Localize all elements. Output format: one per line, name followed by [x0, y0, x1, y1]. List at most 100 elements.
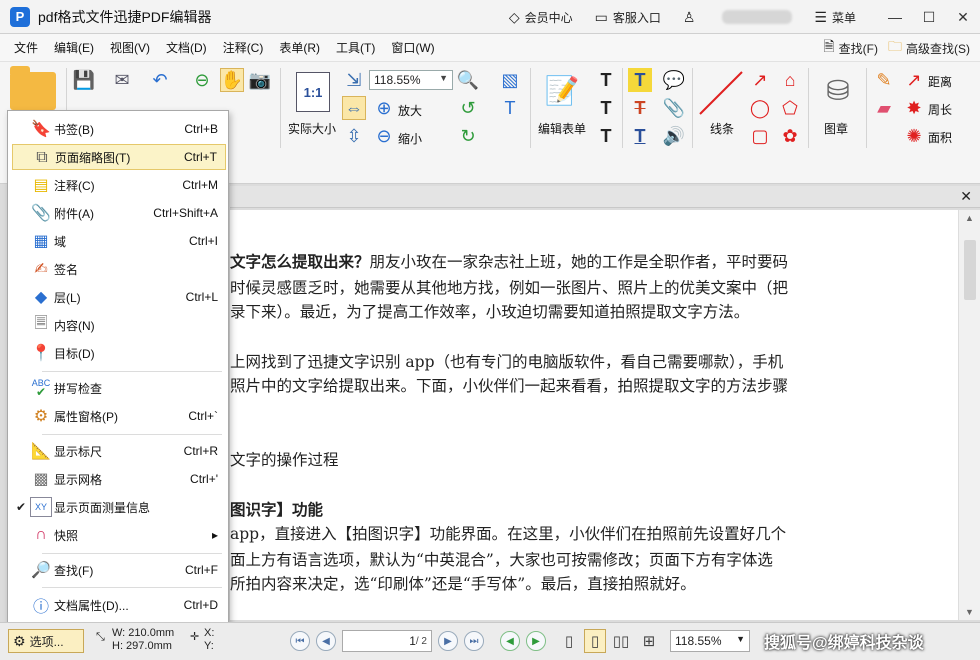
strikeout-icon[interactable]: T: [628, 96, 652, 120]
menu-tools[interactable]: 工具(T): [328, 39, 383, 56]
menu-item-properties-pane[interactable]: ⚙ 属性窗格(P) Ctrl+`: [12, 403, 226, 429]
distance-icon[interactable]: ↗: [902, 68, 926, 92]
highlight-text-icon[interactable]: T: [628, 68, 652, 92]
text-box-icon[interactable]: T: [594, 68, 618, 92]
sound-icon[interactable]: 🔊: [662, 124, 686, 148]
menu-item-layers[interactable]: ◆ 层(L) Ctrl+L: [12, 284, 226, 310]
line-label[interactable]: 线条: [710, 120, 734, 137]
options-button[interactable]: ⚙ 选项...: [8, 629, 84, 653]
continuous-view-icon[interactable]: ▯: [584, 629, 606, 653]
menu-item-show-grid[interactable]: ▩ 显示网格 Ctrl+': [12, 466, 226, 492]
close-document-icon[interactable]: ✕: [960, 188, 972, 205]
scroll-thumb[interactable]: [964, 240, 976, 300]
rotate-cw-icon[interactable]: ↻: [456, 124, 480, 148]
menu-form[interactable]: 表单(R): [271, 39, 328, 56]
rotate-ccw-icon[interactable]: ↺: [456, 96, 480, 120]
menu-item-signatures[interactable]: ✍ 签名: [12, 256, 226, 282]
vertical-scrollbar[interactable]: ▲ ▼: [958, 210, 980, 620]
menu-edit[interactable]: 编辑(E): [46, 39, 102, 56]
scroll-up-icon[interactable]: ▲: [965, 213, 974, 223]
arrow-tool-icon[interactable]: ↗: [748, 68, 772, 92]
underline-icon[interactable]: T: [628, 124, 652, 148]
menu-item-destinations[interactable]: 📍 目标(D): [12, 340, 226, 366]
zoom-in-icon[interactable]: ⊕: [372, 96, 396, 120]
fit-width-icon[interactable]: ⇔: [342, 96, 366, 120]
text-box2-icon[interactable]: T: [594, 96, 618, 120]
open-folder-icon[interactable]: [10, 66, 56, 110]
maximize-button[interactable]: ☐: [912, 0, 946, 34]
edit-form-label[interactable]: 编辑表单: [538, 120, 586, 137]
customer-service-button[interactable]: ▭ 客服入口: [595, 9, 661, 26]
advanced-find-button[interactable]: 🗀 高级查找(S): [888, 36, 970, 60]
actual-size-icon[interactable]: 1:1: [296, 72, 330, 112]
area-label[interactable]: 面积: [928, 129, 952, 146]
fit-page-icon[interactable]: ⇲: [342, 68, 366, 92]
magnifier-icon[interactable]: 🔍: [456, 68, 480, 92]
menu-comment[interactable]: 注释(C): [215, 39, 272, 56]
save-icon[interactable]: 💾: [72, 68, 96, 92]
zoom-out-icon[interactable]: ⊖: [372, 124, 396, 148]
menu-item-find[interactable]: 🔎 查找(F) Ctrl+F: [12, 557, 226, 583]
minimize-button[interactable]: —: [878, 0, 912, 34]
text-box3-icon[interactable]: T: [594, 124, 618, 148]
find-button[interactable]: 🗎 查找(F): [823, 36, 878, 60]
menu-item-snapshot[interactable]: ∩ 快照 ▸: [12, 522, 226, 548]
menu-item-show-ruler[interactable]: 📐 显示标尺 Ctrl+R: [12, 438, 226, 464]
ellipse-tool-icon[interactable]: ◯: [748, 96, 772, 120]
menu-window[interactable]: 窗口(W): [383, 39, 442, 56]
history-forward-button[interactable]: ▶: [526, 631, 546, 651]
distance-label[interactable]: 距离: [928, 73, 952, 90]
two-page-continuous-view-icon[interactable]: ⊞: [638, 629, 660, 653]
menu-item-attachments[interactable]: 📎 附件(A) Ctrl+Shift+A: [12, 200, 226, 226]
menu-view[interactable]: 视图(V): [102, 39, 158, 56]
select-text-icon[interactable]: ▧: [498, 68, 522, 92]
history-back-button[interactable]: ◀: [500, 631, 520, 651]
hand-tool-icon[interactable]: ✋: [220, 68, 244, 92]
eraser-icon[interactable]: ▰: [872, 96, 896, 120]
menu-file[interactable]: 文件: [6, 39, 46, 56]
pencil-icon[interactable]: ✎: [872, 68, 896, 92]
two-page-view-icon[interactable]: ▯▯: [610, 629, 632, 653]
menu-item-spellcheck[interactable]: ABC ✔ 拼写检查: [12, 375, 226, 401]
status-zoom-select[interactable]: 118.55% ▼: [670, 630, 750, 652]
menu-item-doc-properties[interactable]: ⓘ 文档属性(D)... Ctrl+D: [12, 592, 226, 618]
menu-item-show-measure[interactable]: ✔ XY 显示页面测量信息: [12, 494, 226, 520]
polygon-tool-icon[interactable]: ⬠: [778, 96, 802, 120]
fit-visible-icon[interactable]: ⇳: [342, 124, 366, 148]
text-field-icon[interactable]: T: [498, 96, 522, 120]
user-account[interactable]: ♙: [683, 9, 701, 26]
close-window-button[interactable]: ✕: [946, 0, 980, 34]
first-page-button[interactable]: ⏮: [290, 631, 310, 651]
stamp-icon[interactable]: ⛁: [818, 70, 858, 110]
back-icon[interactable]: ⊖: [190, 68, 214, 92]
menu-item-content[interactable]: 🗏 内容(N): [12, 312, 226, 338]
single-page-view-icon[interactable]: ▯: [558, 629, 580, 653]
prev-page-button[interactable]: ◀: [316, 631, 336, 651]
polyline-tool-icon[interactable]: ⌂: [778, 68, 802, 92]
page-number-input[interactable]: 1 / 2: [342, 630, 432, 652]
email-icon[interactable]: ✉: [110, 68, 134, 92]
next-page-button[interactable]: ▶: [438, 631, 458, 651]
menu-item-fields[interactable]: ▦ 域 Ctrl+I: [12, 228, 226, 254]
zoom-out-label[interactable]: 缩小: [398, 130, 422, 147]
member-center-button[interactable]: ◇ 会员中心: [509, 9, 573, 26]
attach-icon[interactable]: 📎: [662, 96, 686, 120]
line-tool-icon[interactable]: [698, 70, 746, 116]
stamp-label[interactable]: 图章: [824, 120, 848, 137]
zoom-in-label[interactable]: 放大: [398, 102, 422, 119]
scroll-down-icon[interactable]: ▼: [965, 607, 974, 617]
edit-form-icon[interactable]: 📝: [542, 70, 582, 110]
menu-item-bookmarks[interactable]: 🔖 书签(B) Ctrl+B: [12, 116, 226, 142]
menu-button[interactable]: ☰ 菜单: [814, 9, 856, 26]
zoom-select[interactable]: 118.55% ▼: [369, 70, 453, 90]
last-page-button[interactable]: ⏭: [464, 631, 484, 651]
actual-size-label[interactable]: 实际大小: [288, 120, 336, 137]
perimeter-icon[interactable]: ✸: [902, 96, 926, 120]
camera-icon[interactable]: 📷: [248, 68, 272, 92]
rectangle-tool-icon[interactable]: ▢: [748, 124, 772, 148]
cloud-tool-icon[interactable]: ✿: [778, 124, 802, 148]
menu-item-thumbnails[interactable]: ⧉ 页面缩略图(T) Ctrl+T: [12, 144, 226, 170]
menu-item-comments[interactable]: ▤ 注释(C) Ctrl+M: [12, 172, 226, 198]
area-icon[interactable]: ✺: [902, 124, 926, 148]
perimeter-label[interactable]: 周长: [928, 101, 952, 118]
